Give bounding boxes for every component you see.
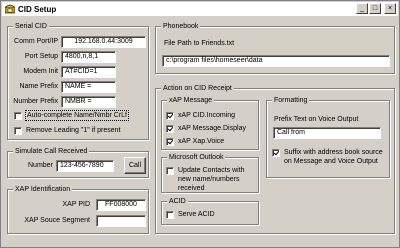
cid-setup-window: CID Setup _ □ × Serial CID Comm Port/IP … (0, 0, 400, 248)
xap-source-input[interactable] (96, 215, 146, 227)
remove-leading-label: Remove Leading "1" if present (26, 127, 121, 134)
minimize-button[interactable]: _ (356, 3, 368, 14)
xap-pid-input[interactable]: FF008000 (96, 199, 146, 211)
name-prefix-label: Name Prefix (19, 83, 58, 90)
xap-voice-checkbox[interactable]: xAP Xap.Voice (166, 137, 224, 146)
remove-leading-box[interactable] (14, 127, 22, 135)
autocomplete-label: Auto-complete Name/Nmbr CrLf (25, 110, 129, 121)
xap-message-display-box[interactable] (166, 125, 174, 133)
number-prefix-label: Number Prefix (13, 98, 58, 105)
title-bar[interactable]: CID Setup _ □ × (2, 2, 398, 16)
update-contacts-box[interactable] (166, 167, 174, 175)
prefix-text-input[interactable]: Call from (273, 127, 381, 139)
modem-init-input[interactable]: AT#CID=1 (61, 66, 116, 78)
xap-identification-legend: XAP Identification (13, 185, 73, 194)
port-setup-input[interactable]: 4800,n,8,1 (61, 51, 116, 63)
comm-port-label: Comm Port/IP (14, 38, 58, 45)
xap-message-group: xAP Message xAP CID.Incoming xAP Message… (161, 96, 259, 150)
port-setup-label: Port Setup (24, 53, 58, 60)
suffix-address-checkbox[interactable]: Suffix with address book source on Messa… (272, 148, 388, 166)
suffix-address-box[interactable] (272, 149, 280, 157)
call-button[interactable]: Call (124, 157, 146, 174)
autocomplete-checkbox[interactable]: Auto-complete Name/Nmbr CrLf (14, 110, 129, 121)
serve-acid-checkbox[interactable]: Serve ACID (166, 210, 215, 219)
close-button[interactable]: × (384, 3, 396, 14)
number-label: Number (28, 162, 53, 169)
xap-message-display-checkbox[interactable]: xAP Message.Display (166, 124, 246, 133)
update-contacts-checkbox[interactable]: Update Contacts with new name/numbers re… (166, 166, 256, 193)
formatting-group: Formatting Prefix Text on Voice Output C… (266, 96, 390, 178)
acid-legend: ACID (167, 197, 188, 206)
suffix-address-label: Suffix with address book source on Messa… (284, 149, 383, 165)
maximize-button[interactable]: □ (369, 3, 381, 14)
xap-cid-incoming-checkbox[interactable]: xAP CID.Incoming (166, 111, 235, 120)
formatting-legend: Formatting (272, 96, 310, 105)
modem-init-label: Modem Init (23, 68, 58, 75)
name-prefix-input[interactable]: NAME = (61, 81, 116, 93)
xap-cid-incoming-label: xAP CID.Incoming (178, 112, 236, 119)
serve-acid-label: Serve ACID (178, 211, 215, 218)
xap-message-legend: xAP Message (167, 96, 215, 105)
xap-pid-label: XAP PID (62, 201, 91, 208)
xap-voice-label: xAP Xap.Voice (178, 138, 225, 145)
xap-message-display-label: xAP Message.Display (178, 125, 246, 132)
action-legend: Action on CID Receipt (161, 84, 234, 93)
phonebook-path-input[interactable]: c:\program files\homeseer\data (162, 55, 390, 67)
xap-voice-box[interactable] (166, 138, 174, 146)
serial-cid-legend: Serial CID (13, 22, 49, 31)
comm-port-input[interactable]: 192.168.0.44:3009 (61, 36, 146, 48)
xap-identification-group: XAP Identification XAP PID FF008000 XAP … (7, 185, 149, 234)
simulate-call-group: Simulate Call Received Number 123-456-78… (7, 147, 149, 178)
action-group: Action on CID Receipt xAP Message xAP CI… (155, 84, 395, 234)
outlook-group: Microsoft Outlook Update Contacts with n… (161, 153, 259, 193)
xap-cid-incoming-box[interactable] (166, 112, 174, 120)
prefix-text-label: Prefix Text on Voice Output (274, 116, 359, 123)
serve-acid-box[interactable] (166, 211, 174, 219)
remove-leading-checkbox[interactable]: Remove Leading "1" if present (14, 126, 120, 135)
xap-source-label: XAP Souce Segment (24, 217, 90, 224)
serial-cid-group: Serial CID Comm Port/IP 192.168.0.44:300… (7, 22, 149, 140)
phonebook-legend: Phonebook (161, 22, 201, 31)
window-title: CID Setup (18, 4, 57, 14)
phonebook-group: Phonebook File Path to Friends.txt c:\pr… (155, 22, 395, 74)
phonebook-path-label: File Path to Friends.txt (164, 40, 235, 47)
update-contacts-label: Update Contacts with new name/numbers re… (178, 167, 245, 192)
autocomplete-box[interactable] (14, 112, 22, 120)
number-prefix-input[interactable]: NMBR = (61, 96, 116, 108)
outlook-legend: Microsoft Outlook (167, 153, 226, 162)
acid-group: ACID Serve ACID (161, 197, 259, 225)
simulate-number-input[interactable]: 123-456-7890 (56, 160, 114, 172)
phone-icon (5, 4, 15, 14)
simulate-call-legend: Simulate Call Received (13, 147, 90, 156)
